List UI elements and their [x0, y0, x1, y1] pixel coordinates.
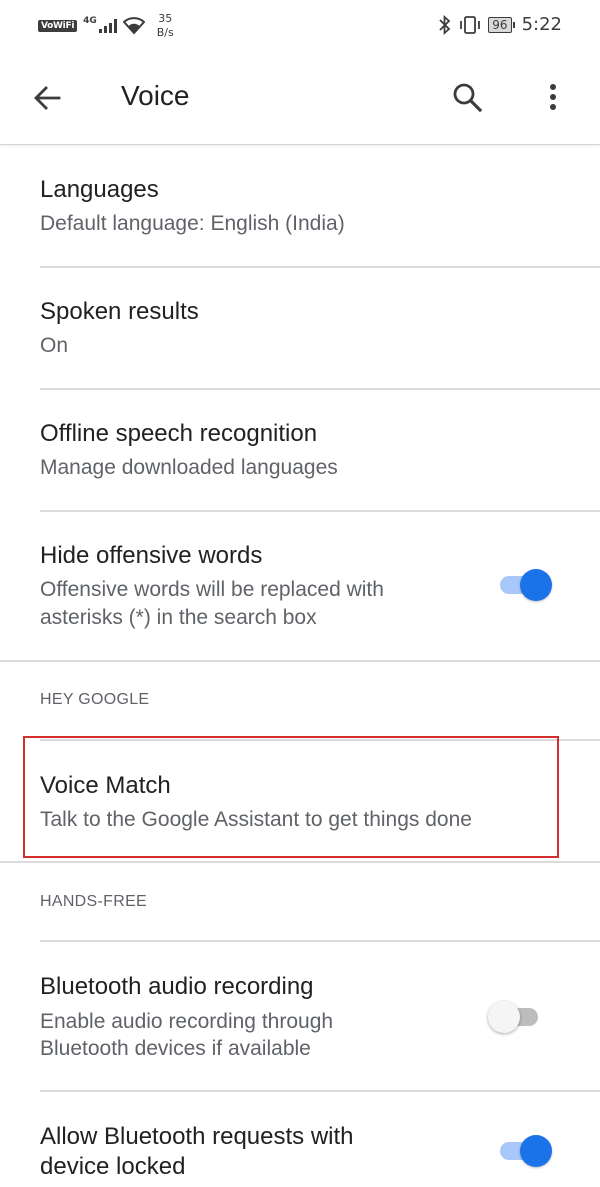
setting-title: Offline speech recognition	[40, 420, 318, 447]
speed-unit: B/s	[156, 26, 174, 39]
battery-icon: 96	[488, 16, 515, 33]
status-bar: VoWiFi 4G 35 B/s 96 5:22	[0, 0, 600, 52]
setting-subtitle-line-2: asterisks (*) in the search box	[40, 606, 317, 629]
app-bar: Voice	[0, 52, 600, 145]
setting-hide-offensive-words[interactable]: Hide offensive words Offensive words wil…	[0, 512, 600, 660]
setting-subtitle-line-1: Offensive words will be replaced with	[40, 578, 384, 601]
setting-languages[interactable]: Languages Default language: English (Ind…	[0, 146, 600, 266]
status-left: VoWiFi 4G 35 B/s	[38, 12, 174, 40]
setting-subtitle-line-1: Enable audio recording through	[40, 1010, 334, 1033]
setting-title: Bluetooth audio recording	[40, 973, 314, 1000]
speed-value: 35	[158, 12, 173, 25]
status-right: 96 5:22	[438, 14, 562, 35]
more-vert-icon[interactable]	[534, 78, 574, 118]
bluetooth-audio-toggle[interactable]	[488, 999, 544, 1035]
setting-title-line-2: device locked	[40, 1153, 186, 1180]
setting-title-line-1: Allow Bluetooth requests with	[40, 1123, 354, 1150]
setting-bluetooth-audio-recording[interactable]: Bluetooth audio recording Enable audio r…	[0, 942, 600, 1090]
vibrate-icon	[460, 15, 481, 34]
arrow-back-icon[interactable]	[28, 78, 68, 118]
bluetooth-requests-toggle[interactable]	[498, 1133, 554, 1169]
vowifi-badge: VoWiFi	[38, 20, 78, 32]
setting-subtitle: Manage downloaded languages	[40, 456, 338, 479]
page-title: Voice	[121, 80, 190, 111]
section-header-hands-free: HANDS-FREE	[40, 893, 148, 910]
clock: 5:22	[521, 14, 562, 35]
highlight-box	[23, 736, 559, 858]
bluetooth-icon	[439, 14, 451, 35]
setting-subtitle-line-2: Bluetooth devices if available	[40, 1037, 311, 1060]
section-divider	[0, 861, 600, 863]
network-type: 4G	[83, 16, 97, 26]
toggle-knob	[488, 1001, 520, 1033]
toggle-knob	[520, 1135, 552, 1167]
setting-title: Hide offensive words	[40, 542, 263, 569]
setting-subtitle: On	[40, 334, 69, 357]
setting-spoken-results[interactable]: Spoken results On	[0, 268, 600, 388]
section-divider	[0, 660, 600, 662]
section-header-hey-google: HEY GOOGLE	[40, 691, 150, 708]
hide-offensive-toggle[interactable]	[498, 567, 554, 603]
setting-offline-speech[interactable]: Offline speech recognition Manage downlo…	[0, 390, 600, 510]
setting-subtitle: Default language: English (India)	[40, 212, 345, 235]
setting-title: Spoken results	[40, 298, 199, 325]
setting-title: Languages	[40, 176, 159, 203]
network-speed: 35 B/s	[157, 12, 174, 40]
search-icon[interactable]	[448, 78, 488, 118]
setting-bluetooth-requests-locked[interactable]: Allow Bluetooth requests with device loc…	[0, 1092, 600, 1187]
signal-icon	[98, 19, 117, 33]
wifi-icon	[122, 17, 145, 35]
toggle-knob	[520, 569, 552, 601]
